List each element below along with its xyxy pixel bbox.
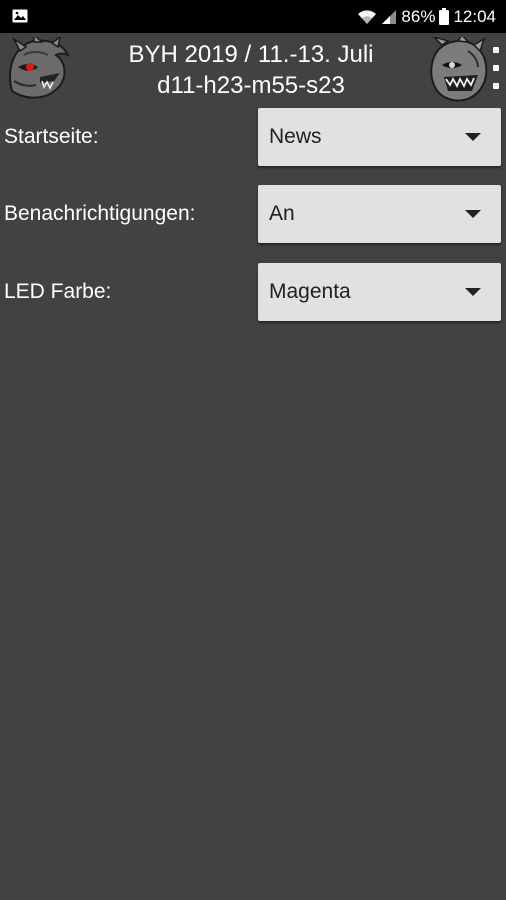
led-farbe-value: Magenta xyxy=(269,280,351,303)
dropdown-arrow-icon xyxy=(465,288,481,296)
startseite-value: News xyxy=(269,125,322,148)
benachrichtigungen-value: An xyxy=(269,202,295,225)
app-bar: BYH 2019 / 11.-13. Juli d11-h23-m55-s23 xyxy=(0,33,506,105)
dropdown-arrow-icon xyxy=(465,210,481,218)
led-farbe-label: LED Farbe: xyxy=(4,280,112,303)
menu-dot xyxy=(493,47,499,53)
countdown-line: d11-h23-m55-s23 xyxy=(157,72,345,99)
battery-icon xyxy=(439,8,450,25)
title-line-1: BYH 2019 / 11.-13. Juli xyxy=(128,41,374,68)
setting-row-led-farbe: LED Farbe: Magenta xyxy=(0,263,506,321)
app-title: BYH 2019 / 11.-13. Juli d11-h23-m55-s23 xyxy=(84,39,418,101)
status-time: 12:04 xyxy=(453,6,496,26)
dragon-logo-right xyxy=(430,37,488,102)
dragon-logo-left xyxy=(9,37,71,99)
setting-row-benachrichtigungen: Benachrichtigungen: An xyxy=(0,185,506,243)
menu-dot xyxy=(493,65,499,71)
benachrichtigungen-label: Benachrichtigungen: xyxy=(4,202,196,225)
dropdown-arrow-icon xyxy=(465,133,481,141)
status-bar: 86% 12:04 xyxy=(0,0,506,33)
signal-icon xyxy=(382,9,397,24)
setting-row-startseite: Startseite: News xyxy=(0,108,506,166)
overflow-menu-icon[interactable] xyxy=(488,45,504,91)
menu-dot xyxy=(493,83,499,89)
led-farbe-select[interactable]: Magenta xyxy=(258,263,501,321)
image-icon xyxy=(12,9,28,23)
startseite-select[interactable]: News xyxy=(258,108,501,166)
startseite-label: Startseite: xyxy=(4,125,99,148)
wifi-icon xyxy=(358,9,377,24)
benachrichtigungen-select[interactable]: An xyxy=(258,185,501,243)
battery-percent: 86% xyxy=(401,6,436,26)
status-icons: 86% 12:04 xyxy=(357,0,496,33)
